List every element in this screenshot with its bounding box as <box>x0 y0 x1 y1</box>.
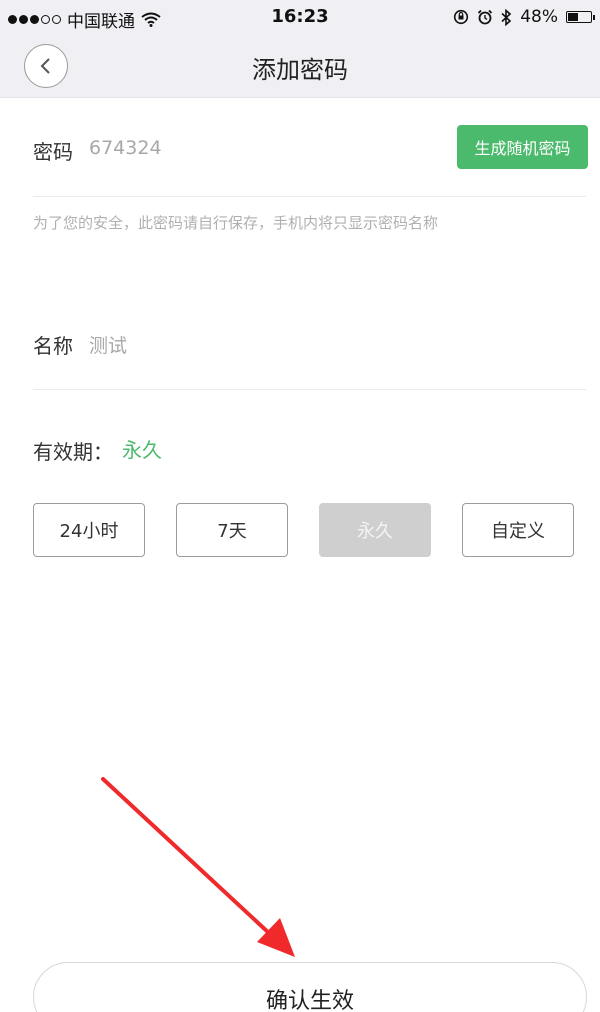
name-divider <box>33 389 586 390</box>
validity-current-value: 永久 <box>122 438 162 462</box>
validity-option-24h[interactable]: 24小时 <box>33 503 145 557</box>
password-divider <box>33 196 586 197</box>
orientation-lock-icon <box>454 9 469 25</box>
name-label: 名称 <box>33 334 73 358</box>
password-label: 密码 <box>33 140 73 164</box>
validity-label: 有效期： <box>33 440 113 464</box>
password-field[interactable]: 674324 <box>89 137 162 159</box>
validity-option-custom[interactable]: 自定义 <box>462 503 574 557</box>
nav-bar: 添加密码 <box>0 36 600 98</box>
validity-option-permanent[interactable]: 永久 <box>319 503 431 557</box>
battery-icon <box>566 11 595 23</box>
validity-option-7d[interactable]: 7天 <box>176 503 288 557</box>
confirm-button[interactable]: 确认生效 <box>33 962 587 1012</box>
alarm-icon <box>478 9 493 25</box>
battery-level-fill <box>568 13 578 21</box>
page-title: 添加密码 <box>252 56 348 84</box>
screen: 中国联通 16:23 48% 添加密码 密码 674324 生成随机密码 为了您… <box>0 0 600 1012</box>
generate-random-password-button[interactable]: 生成随机密码 <box>457 125 588 169</box>
confirm-button-label: 确认生效 <box>265 989 354 1012</box>
status-right: 48% <box>453 7 595 27</box>
status-bar: 中国联通 16:23 48% <box>0 0 600 36</box>
bluetooth-icon <box>501 8 512 26</box>
name-field[interactable]: 测试 <box>89 331 127 358</box>
password-hint: 为了您的安全，此密码请自行保存，手机内将只显示密码名称 <box>33 214 439 232</box>
battery-percent: 48% <box>520 7 558 27</box>
